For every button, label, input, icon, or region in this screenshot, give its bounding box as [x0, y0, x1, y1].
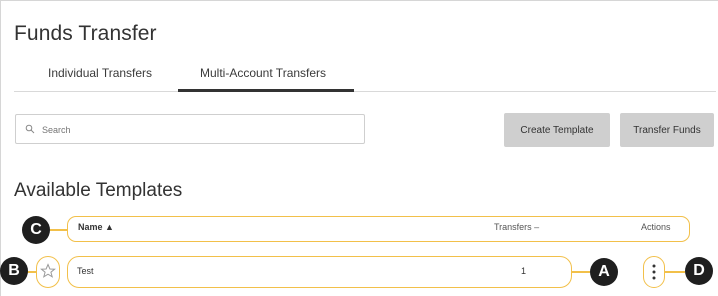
page-title: Funds Transfer [14, 22, 157, 45]
tab-bar: Individual Transfers Multi-Account Trans… [0, 66, 718, 92]
column-header-name[interactable]: Name ▲ [78, 222, 114, 232]
template-name-cell[interactable]: Test [77, 266, 94, 276]
section-title: Available Templates [14, 180, 183, 201]
active-tab-indicator [178, 89, 354, 92]
transfers-count-cell: 1 [521, 266, 527, 276]
table-header-highlight [67, 216, 690, 242]
tabs-divider [14, 91, 716, 92]
callout-c-leader [50, 229, 67, 231]
callout-b: B [0, 257, 28, 285]
star-outline-icon[interactable] [40, 263, 56, 279]
search-input[interactable] [40, 120, 359, 140]
callout-d-leader [665, 271, 685, 273]
create-template-button[interactable]: Create Template [504, 113, 610, 147]
callout-d: D [685, 257, 713, 285]
search-box[interactable] [15, 114, 365, 144]
callout-c: C [22, 216, 50, 244]
tab-individual-transfers[interactable]: Individual Transfers [48, 66, 152, 80]
search-icon [25, 124, 35, 134]
callout-a-leader [572, 271, 590, 273]
callout-b-leader [27, 271, 36, 273]
tab-multi-account-transfers[interactable]: Multi-Account Transfers [200, 66, 326, 80]
table-row[interactable] [67, 256, 572, 288]
column-header-transfers[interactable]: Transfers – [494, 222, 539, 232]
vertical-dots-icon[interactable] [652, 263, 656, 281]
column-header-actions: Actions [641, 222, 671, 232]
callout-a: A [590, 258, 618, 286]
transfer-funds-button[interactable]: Transfer Funds [620, 113, 714, 147]
